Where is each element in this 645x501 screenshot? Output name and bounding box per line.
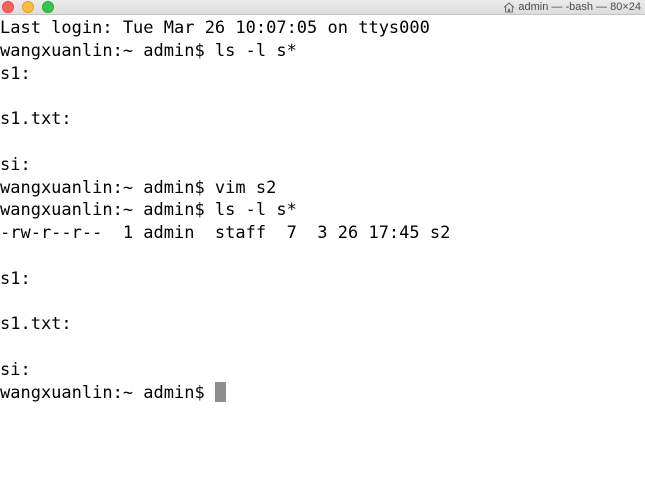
- text-cursor: [214, 381, 226, 402]
- terminal-output[interactable]: Last login: Tue Mar 26 10:07:05 on ttys0…: [0, 17, 645, 405]
- home-icon: [504, 1, 515, 13]
- window-title-text: admin — -bash — 80×24: [518, 1, 641, 13]
- terminal-line: -rw-r--r-- 1 admin staff 7 3 26 17:45 s2: [0, 223, 451, 244]
- terminal-window: admin — -bash — 80×24 Last login: Tue Ma…: [0, 0, 645, 501]
- terminal-line: s1:: [0, 63, 31, 84]
- window-title: admin — -bash — 80×24: [503, 0, 641, 14]
- terminal-line: s1.txt:: [0, 314, 72, 335]
- terminal-line: wangxuanlin:~ admin$ ls -l s*: [0, 40, 297, 61]
- shell-prompt: wangxuanlin:~ admin$: [0, 382, 215, 403]
- terminal-line: Last login: Tue Mar 26 10:07:05 on ttys0…: [0, 18, 430, 38]
- terminal-line: wangxuanlin:~ admin$ ls -l s*: [0, 200, 297, 221]
- minimize-button[interactable]: [22, 1, 34, 13]
- terminal-line: s1.txt:: [0, 109, 72, 130]
- terminal-line: wangxuanlin:~ admin$ vim s2: [0, 177, 277, 198]
- prompt-line[interactable]: wangxuanlin:~ admin$: [0, 381, 645, 405]
- terminal-line: si:: [0, 154, 31, 175]
- zoom-button[interactable]: [42, 1, 54, 13]
- terminal-line: s1:: [0, 268, 31, 289]
- terminal-line: si:: [0, 359, 31, 380]
- close-button[interactable]: [2, 1, 14, 13]
- title-bar[interactable]: admin — -bash — 80×24: [0, 0, 645, 15]
